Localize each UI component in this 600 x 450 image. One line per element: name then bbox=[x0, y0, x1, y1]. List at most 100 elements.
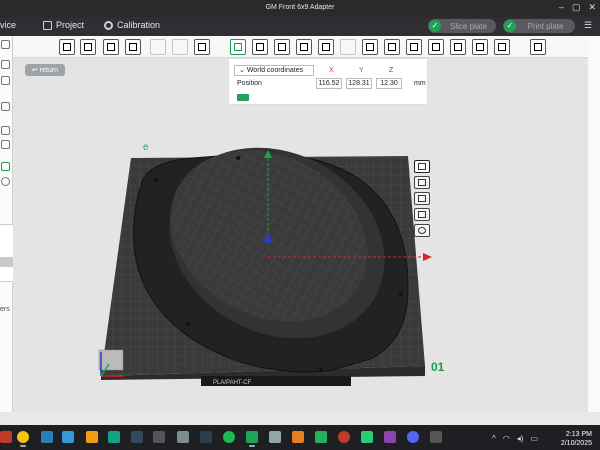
tab-project[interactable]: Project bbox=[43, 20, 84, 30]
position-z-input[interactable]: 12.30 bbox=[376, 78, 402, 89]
scale-icon[interactable] bbox=[274, 39, 290, 55]
window-title: GM Front 6x9 Adapter bbox=[265, 4, 335, 11]
move-icon[interactable] bbox=[230, 39, 246, 55]
app-icon[interactable] bbox=[338, 431, 350, 443]
app-icon[interactable] bbox=[384, 431, 396, 443]
support-paint-icon[interactable] bbox=[362, 39, 378, 55]
filament-icon[interactable] bbox=[1, 162, 10, 171]
edit-icon[interactable] bbox=[1, 140, 10, 149]
coordinate-system-select[interactable]: ⌄ World coordinates bbox=[234, 65, 314, 76]
discord-icon[interactable] bbox=[407, 431, 419, 443]
position-x-input[interactable]: 116.52 bbox=[316, 78, 342, 89]
ruler-icon[interactable] bbox=[450, 39, 466, 55]
maximize-icon[interactable]: ▢ bbox=[572, 2, 581, 13]
tab-device[interactable]: vice bbox=[0, 20, 16, 30]
title-bar: GM Front 6x9 Adapter – ▢ ✕ bbox=[0, 0, 600, 17]
mount-hole bbox=[154, 178, 158, 182]
app-icon[interactable] bbox=[108, 431, 120, 443]
settings-icon[interactable] bbox=[1, 102, 10, 111]
app-icon[interactable] bbox=[315, 431, 327, 443]
print-plate-button[interactable]: ✓ Print plate bbox=[503, 19, 575, 33]
xbox-icon[interactable] bbox=[361, 431, 373, 443]
chevron-up-icon[interactable]: ^ bbox=[492, 434, 496, 443]
lay-on-face-icon[interactable] bbox=[296, 39, 312, 55]
fusion-icon[interactable] bbox=[292, 431, 304, 443]
window-controls: – ▢ ✕ bbox=[559, 2, 596, 13]
paste-icon[interactable] bbox=[172, 39, 188, 55]
object-list[interactable] bbox=[0, 224, 13, 282]
gizmo-center[interactable] bbox=[266, 240, 270, 244]
close-icon[interactable]: ✕ bbox=[588, 2, 596, 13]
clock[interactable]: 2:13 PM 2/10/2025 bbox=[561, 430, 592, 448]
settings-icon[interactable] bbox=[1, 40, 10, 49]
list-item[interactable] bbox=[0, 257, 13, 267]
axis-x-label: X bbox=[329, 67, 334, 74]
dm-icon[interactable] bbox=[153, 431, 165, 443]
eye-icon[interactable] bbox=[414, 224, 430, 237]
left-sidebar: ers bbox=[0, 36, 13, 412]
mount-hole bbox=[186, 322, 190, 326]
right-edge bbox=[588, 36, 600, 412]
app-icon[interactable] bbox=[0, 431, 12, 443]
chrome-icon[interactable] bbox=[17, 431, 29, 447]
assembly-icon[interactable] bbox=[472, 39, 488, 55]
system-tray: ^ ◠ ◂) ▭ bbox=[492, 434, 538, 443]
edit-handle-icon[interactable]: e bbox=[143, 142, 149, 153]
close-icon[interactable] bbox=[1, 177, 10, 186]
move-position-panel: ⌄ World coordinates X Y Z Position 116.5… bbox=[228, 58, 428, 105]
spotify-icon[interactable] bbox=[223, 431, 235, 443]
tiktok-icon[interactable] bbox=[200, 431, 212, 443]
boolean-icon[interactable] bbox=[494, 39, 510, 55]
text-icon[interactable] bbox=[406, 39, 422, 55]
close-view-icon[interactable] bbox=[414, 160, 430, 173]
arrange-icon[interactable] bbox=[414, 192, 430, 205]
variable-layer-icon[interactable] bbox=[530, 39, 546, 55]
apply-button[interactable] bbox=[237, 94, 249, 101]
app-icon[interactable] bbox=[131, 431, 143, 443]
tab-calibration[interactable]: Calibration bbox=[104, 20, 160, 30]
3d-viewport[interactable]: PLA/PAHT-CF e ↩ return ⌄ World coordinat… bbox=[13, 58, 588, 412]
cut-icon[interactable] bbox=[318, 39, 334, 55]
lock-icon[interactable] bbox=[414, 208, 430, 221]
slack-icon[interactable] bbox=[41, 431, 53, 443]
orient-icon[interactable] bbox=[103, 39, 119, 55]
return-button[interactable]: ↩ return bbox=[25, 64, 65, 76]
folder-icon[interactable] bbox=[86, 431, 98, 443]
minimize-icon[interactable]: – bbox=[559, 2, 564, 13]
check-icon: ✓ bbox=[504, 20, 516, 32]
app-icon[interactable] bbox=[269, 431, 281, 443]
battery-icon[interactable]: ▭ bbox=[530, 434, 538, 443]
measure-icon[interactable] bbox=[340, 39, 356, 55]
menu-bar: vice Project Calibration ✓ Slice plate ✓… bbox=[0, 17, 600, 36]
slice-plate-button[interactable]: ✓ Slice plate bbox=[428, 19, 496, 33]
panel-label: ers bbox=[0, 306, 10, 313]
color-paint-icon[interactable] bbox=[428, 39, 444, 55]
arrange-grid-icon[interactable] bbox=[80, 39, 96, 55]
menu-icon[interactable]: ☰ bbox=[584, 20, 592, 31]
seam-paint-icon[interactable] bbox=[384, 39, 400, 55]
project-icon bbox=[43, 20, 52, 30]
wifi-icon[interactable]: ◠ bbox=[503, 434, 510, 443]
x-axis-arrow[interactable] bbox=[423, 253, 432, 261]
plate-settings-icon[interactable] bbox=[414, 176, 430, 189]
edit-icon[interactable] bbox=[1, 126, 10, 135]
position-label: Position bbox=[237, 80, 262, 87]
check-icon: ✓ bbox=[429, 20, 441, 32]
document-icon[interactable] bbox=[62, 431, 74, 443]
copy-icon[interactable] bbox=[150, 39, 166, 55]
rotate-icon[interactable] bbox=[252, 39, 268, 55]
edit-icon[interactable] bbox=[1, 60, 10, 69]
volume-icon[interactable]: ◂) bbox=[517, 434, 524, 443]
app-icon[interactable] bbox=[177, 431, 189, 443]
chevron-down-icon: ⌄ bbox=[239, 67, 245, 74]
axis-y-label: Y bbox=[359, 67, 364, 74]
layers-icon[interactable] bbox=[194, 39, 210, 55]
print-plate-label: Print plate bbox=[527, 21, 564, 31]
add-object-icon[interactable] bbox=[59, 39, 75, 55]
app-icon[interactable] bbox=[430, 431, 442, 443]
bambu-studio-icon[interactable] bbox=[246, 431, 258, 447]
split-icon[interactable] bbox=[125, 39, 141, 55]
position-y-input[interactable]: 128.31 bbox=[346, 78, 372, 89]
field-icon[interactable] bbox=[1, 76, 10, 85]
mount-hole bbox=[236, 156, 240, 160]
